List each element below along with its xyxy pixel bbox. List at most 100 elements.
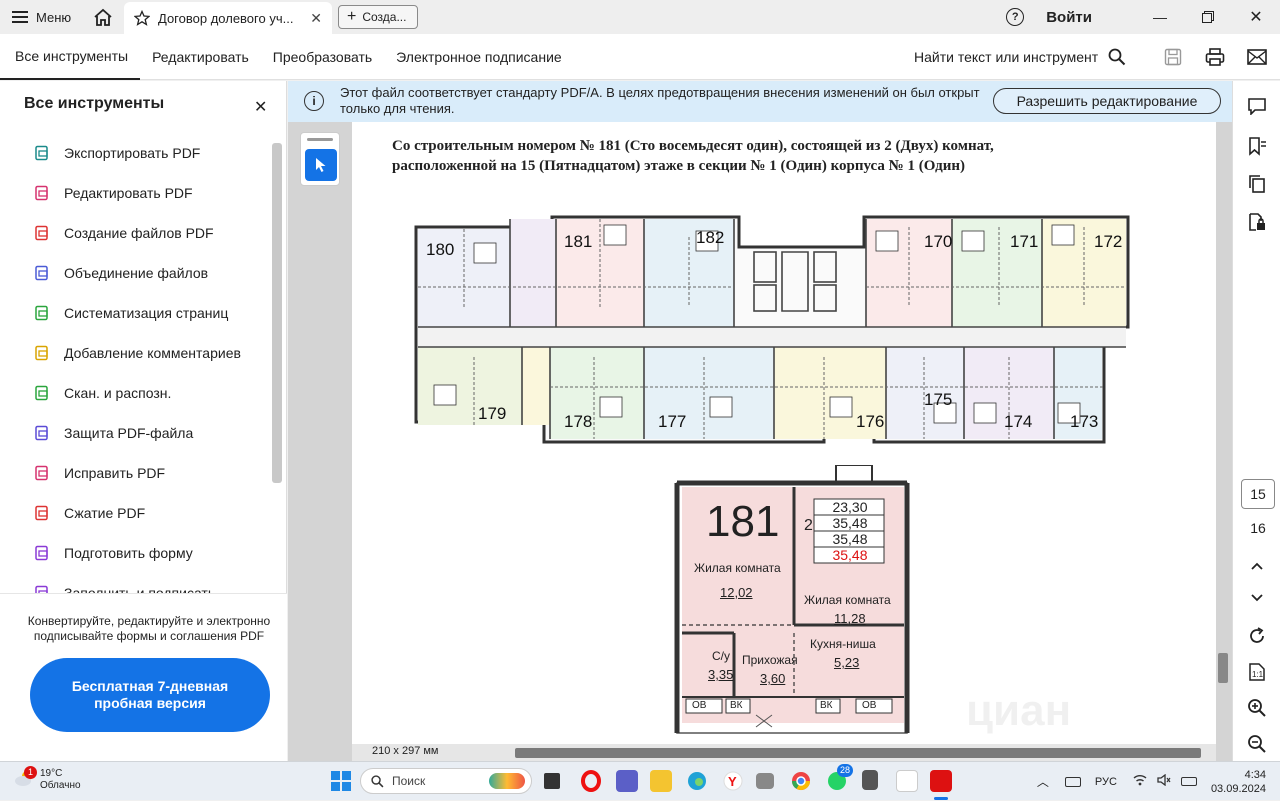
file-explorer-icon[interactable] — [650, 770, 672, 792]
right-rail: 15 16 1:1 — [1232, 81, 1280, 761]
select-tool-button[interactable] — [305, 149, 337, 181]
volume-icon[interactable] — [1157, 773, 1171, 789]
chevron-up-icon[interactable] — [1246, 555, 1268, 577]
zoom-in-icon[interactable] — [1246, 697, 1268, 719]
document-lock-icon[interactable] — [1246, 211, 1268, 233]
rotate-icon[interactable] — [1246, 625, 1268, 647]
minimize-icon[interactable]: — — [1136, 0, 1184, 34]
tool-item[interactable]: Подготовить форму — [0, 533, 272, 573]
star-icon[interactable] — [134, 10, 150, 26]
task-view-icon[interactable] — [544, 773, 560, 789]
tool-item[interactable]: Скан. и распозн. — [0, 373, 272, 413]
battery-icon[interactable] — [1180, 777, 1197, 786]
tool-item[interactable]: Объединение файлов — [0, 253, 272, 293]
tool-item[interactable]: Создание файлов PDF — [0, 213, 272, 253]
tab-all-tools[interactable]: Все инструменты — [0, 34, 141, 80]
area-total: 23,30 — [832, 499, 868, 515]
plan-unit-175: 175 — [924, 390, 952, 409]
start-button[interactable] — [330, 770, 352, 792]
clock-time: 4:34 — [1244, 768, 1266, 781]
promo-text: Конвертируйте, редактируйте и электронно… — [27, 614, 271, 643]
promo-section: Конвертируйте, редактируйте и электронно… — [0, 593, 287, 761]
tab-e-sign[interactable]: Электронное подписание — [384, 34, 574, 80]
search-icon — [371, 774, 384, 787]
opera-icon[interactable] — [580, 770, 602, 792]
protect-icon — [34, 425, 50, 441]
document-tab[interactable]: Договор долевого уч... ✕ — [124, 2, 332, 34]
bookmark-icon[interactable] — [1246, 135, 1268, 157]
panel-scrollbar[interactable] — [272, 143, 282, 483]
horizontal-scrollbar[interactable] — [515, 748, 1201, 758]
new-tab-label: Созда... — [362, 10, 407, 24]
acrobat-icon[interactable] — [930, 770, 952, 792]
drag-handle[interactable] — [307, 138, 333, 141]
vertical-scrollbar[interactable] — [1218, 653, 1228, 683]
current-page-input[interactable]: 15 — [1241, 479, 1275, 509]
plan-unit-182: 182 — [696, 228, 724, 247]
search-highlight-icon — [489, 773, 525, 789]
tool-item[interactable]: Исправить PDF — [0, 453, 272, 493]
close-tab-icon[interactable]: ✕ — [310, 10, 322, 27]
signin-button[interactable]: Войти — [1046, 9, 1092, 26]
pdfa-banner: i Этот файл соответствует стандарту PDF/… — [288, 81, 1232, 122]
home-button[interactable] — [84, 0, 122, 34]
tool-item[interactable]: Добавление комментариев — [0, 333, 272, 373]
app-icon[interactable] — [756, 773, 774, 789]
tool-item-label: Создание файлов PDF — [64, 225, 214, 241]
free-trial-button[interactable]: Бесплатная 7-дневная пробная версия — [30, 658, 270, 732]
tool-item[interactable]: Экспортировать PDF — [0, 133, 272, 173]
close-window-icon[interactable]: ✕ — [1232, 0, 1280, 34]
enable-editing-button[interactable]: Разрешить редактирование — [993, 88, 1221, 114]
tool-item[interactable]: Сжатие PDF — [0, 493, 272, 533]
room-area: 11,28 — [834, 611, 866, 626]
riser-label: ВК — [820, 700, 833, 711]
close-panel-icon[interactable]: ✕ — [254, 97, 267, 117]
zoom-out-icon[interactable] — [1246, 733, 1268, 755]
copy-pages-icon[interactable] — [1246, 173, 1268, 195]
next-page-number[interactable]: 16 — [1241, 515, 1275, 541]
edge-icon[interactable] — [686, 770, 708, 792]
app-icon[interactable] — [896, 770, 918, 792]
actual-size-icon[interactable]: 1:1 — [1246, 661, 1268, 683]
print-icon[interactable] — [1204, 46, 1226, 68]
whatsapp-badge: 28 — [837, 764, 853, 777]
find-tool[interactable]: Найти текст или инструмент — [914, 34, 1126, 80]
mail-icon[interactable] — [1246, 46, 1268, 68]
tool-item[interactable]: Редактировать PDF — [0, 173, 272, 213]
chrome-icon[interactable] — [790, 770, 812, 792]
chevron-down-icon[interactable] — [1246, 587, 1268, 609]
taskbar-search[interactable]: Поиск — [360, 768, 532, 794]
room-label: Жилая комната — [804, 593, 891, 607]
clock[interactable]: 4:34 03.09.2024 — [1211, 768, 1266, 796]
save-icon[interactable] — [1162, 46, 1184, 68]
weather-text: Облачно — [40, 780, 81, 791]
form-icon — [34, 545, 50, 561]
tool-item[interactable]: Заполнить и подписать — [0, 573, 272, 593]
tool-item-label: Исправить PDF — [64, 465, 166, 481]
language-indicator[interactable]: РУС — [1095, 776, 1117, 788]
tool-item[interactable]: Систематизация страниц — [0, 293, 272, 333]
tool-item-label: Добавление комментариев — [64, 345, 241, 361]
search-icon — [1108, 48, 1126, 66]
new-tab-button[interactable]: + Созда... — [338, 5, 418, 29]
comment-icon[interactable] — [1246, 95, 1268, 117]
whatsapp-icon[interactable]: 28 — [826, 764, 853, 792]
menu-button[interactable]: Меню — [0, 0, 83, 34]
calculator-icon[interactable] — [862, 770, 878, 790]
wifi-icon[interactable] — [1133, 774, 1147, 789]
teams-icon[interactable] — [616, 770, 638, 792]
weather-widget[interactable]: 1 19°C Облачно — [14, 766, 81, 792]
yandex-browser-icon[interactable]: Y — [722, 770, 744, 792]
tool-item-label: Заполнить и подписать — [64, 585, 216, 593]
taskbar: 1 19°C Облачно Поиск Y 28 ︿ РУС 4:34 03.… — [0, 761, 1280, 800]
help-icon[interactable]: ? — [1006, 8, 1025, 26]
title-bar: Меню Договор долевого уч... ✕ + Созда...… — [0, 0, 1280, 34]
keyboard-icon[interactable] — [1064, 776, 1081, 787]
scan-icon — [34, 385, 50, 401]
chevron-up-icon[interactable]: ︿ — [1037, 773, 1049, 790]
restore-icon[interactable] — [1184, 0, 1232, 34]
tool-item[interactable]: Защита PDF-файла — [0, 413, 272, 453]
tab-edit[interactable]: Редактировать — [140, 34, 261, 80]
tab-convert[interactable]: Преобразовать — [261, 34, 384, 80]
hamburger-icon — [12, 11, 28, 23]
